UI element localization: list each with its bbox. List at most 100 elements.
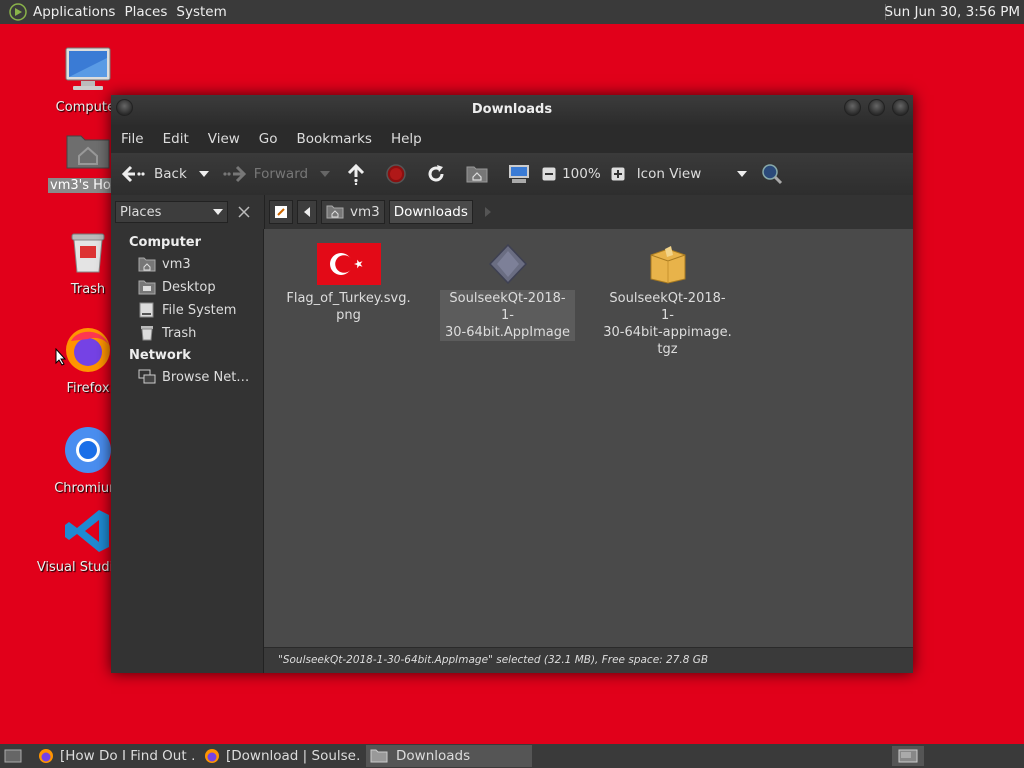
sidebar-item-label: vm3 <box>162 256 191 272</box>
chevron-down-icon <box>320 171 331 177</box>
workspace-switcher[interactable] <box>892 746 924 766</box>
menu-file[interactable]: File <box>121 131 144 147</box>
toolbar: Back Forward 100% Icon View <box>111 153 913 195</box>
side-pane-header: Places <box>111 195 264 229</box>
firefox-icon <box>39 749 53 763</box>
up-button[interactable] <box>346 163 366 185</box>
maximize-button[interactable] <box>868 99 885 116</box>
forward-arrow-icon <box>223 165 246 183</box>
sidebar-section-network: Network <box>129 348 191 363</box>
menubar: File Edit View Go Bookmarks Help <box>111 125 913 153</box>
sidebar-section-computer: Computer <box>129 235 202 250</box>
forward-button[interactable]: Forward <box>223 164 308 184</box>
network-icon <box>138 369 156 384</box>
show-desktop-icon <box>4 749 22 763</box>
view-mode-select[interactable]: Icon View <box>637 166 747 182</box>
task-label: [Download | Soulse… <box>226 748 362 764</box>
window-title: Downloads <box>471 102 553 117</box>
menu-go[interactable]: Go <box>259 131 278 147</box>
task-label: Downloads <box>396 748 471 764</box>
sidebar-item-vm3[interactable]: vm3 <box>111 253 263 276</box>
sidebar-item-desktop[interactable]: Desktop <box>111 276 263 299</box>
task-firefox-2[interactable]: [Download | Soulse… <box>200 745 362 767</box>
menu-edit[interactable]: Edit <box>163 131 189 147</box>
chevron-down-icon <box>736 171 747 177</box>
desktop-icon-label: Trash <box>70 282 106 297</box>
path-segment-label: Downloads <box>393 204 468 220</box>
sidebar-item-label: Browse Net… <box>162 369 250 385</box>
zoom-out-button[interactable] <box>542 167 556 181</box>
file-name: SoulseekQt-2018-1- 30-64bit-appimage. tg… <box>603 291 732 357</box>
close-button[interactable] <box>892 99 909 116</box>
file-item-soulseek-appimage[interactable]: SoulseekQt-2018-1- 30-64bit.AppImage <box>440 243 575 341</box>
menu-view[interactable]: View <box>208 131 240 147</box>
turkey-flag-image <box>316 243 381 285</box>
up-arrow-icon <box>348 163 365 185</box>
bottom-panel: [How Do I Find Out … [Download | Soulse…… <box>0 744 1024 768</box>
zoom-out-icon <box>542 167 556 181</box>
desktop-icon-label: Visual Studio <box>36 560 122 575</box>
menu-bookmarks[interactable]: Bookmarks <box>297 131 372 147</box>
zoom-in-button[interactable] <box>611 167 625 181</box>
chevron-left-icon <box>304 207 310 217</box>
side-pane-select-label: Places <box>120 204 162 220</box>
back-history-dropdown[interactable] <box>198 171 209 177</box>
path-segment-vm3[interactable]: vm3 <box>321 200 385 224</box>
zoom-level[interactable]: 100% <box>562 166 601 182</box>
chevron-down-icon <box>198 171 209 177</box>
menu-help[interactable]: Help <box>391 131 422 147</box>
places-sidebar: Computer vm3 Desktop File System Trash N… <box>111 229 264 673</box>
sidebar-item-label: Trash <box>162 325 197 341</box>
file-icon-view[interactable]: Flag_of_Turkey.svg. png SoulseekQt-2018-… <box>264 229 913 673</box>
back-label: Back <box>154 166 187 182</box>
home-icon <box>138 257 156 272</box>
task-firefox-1[interactable]: [How Do I Find Out … <box>34 745 196 767</box>
firefox-icon <box>66 328 110 372</box>
forward-history-dropdown[interactable] <box>320 171 331 177</box>
back-button[interactable]: Back <box>121 164 187 184</box>
home-folder-icon <box>466 166 488 183</box>
close-side-pane-icon[interactable] <box>238 206 250 218</box>
file-name: Flag_of_Turkey.svg. png <box>286 291 411 323</box>
minimize-button[interactable] <box>844 99 861 116</box>
path-bar: vm3 Downloads <box>264 195 913 229</box>
applications-menu[interactable]: Applications <box>33 4 124 20</box>
filesystem-icon <box>139 302 154 318</box>
file-name: SoulseekQt-2018-1- 30-64bit.AppImage <box>440 290 575 341</box>
home-button[interactable] <box>466 165 488 183</box>
view-mode-label: Icon View <box>636 166 702 182</box>
reload-button[interactable] <box>426 164 446 184</box>
show-desktop-button[interactable] <box>0 745 28 767</box>
side-pane-select[interactable]: Places <box>115 201 228 223</box>
computer-icon <box>65 47 111 90</box>
mate-logo-icon[interactable] <box>8 2 28 22</box>
toggle-location-entry-button[interactable] <box>269 200 293 224</box>
system-menu[interactable]: System <box>176 4 235 20</box>
sidebar-item-file-system[interactable]: File System <box>111 299 263 322</box>
chevron-down-icon <box>213 209 223 215</box>
sidebar-item-browse-network[interactable]: Browse Net… <box>111 366 263 389</box>
edit-location-icon <box>275 206 287 218</box>
places-menu[interactable]: Places <box>124 4 176 20</box>
file-item-flag-of-turkey[interactable]: Flag_of_Turkey.svg. png <box>281 243 416 324</box>
desktop-icon <box>138 280 156 295</box>
sidebar-item-label: File System <box>162 302 237 318</box>
path-scroll-left-button[interactable] <box>297 200 317 224</box>
computer-button[interactable] <box>508 164 530 184</box>
mouse-cursor-icon <box>55 348 67 366</box>
path-segment-downloads[interactable]: Downloads <box>388 200 473 224</box>
firefox-icon <box>205 749 219 763</box>
task-label: [How Do I Find Out … <box>60 748 196 764</box>
file-item-soulseek-tgz[interactable]: SoulseekQt-2018-1- 30-64bit-appimage. tg… <box>600 243 735 358</box>
window-titlebar[interactable]: Downloads <box>111 95 913 125</box>
sidebar-item-trash[interactable]: Trash <box>111 322 263 345</box>
search-button[interactable] <box>761 163 783 185</box>
zoom-in-icon <box>611 167 625 181</box>
stop-button[interactable] <box>386 164 406 184</box>
clock[interactable]: Sun Jun 30, 3:56 PM <box>884 4 1020 20</box>
task-downloads[interactable]: Downloads <box>366 745 532 767</box>
chevron-right-icon[interactable] <box>484 207 491 217</box>
path-segment-label: vm3 <box>350 204 380 220</box>
search-icon <box>761 164 782 185</box>
trash-icon <box>71 233 105 273</box>
